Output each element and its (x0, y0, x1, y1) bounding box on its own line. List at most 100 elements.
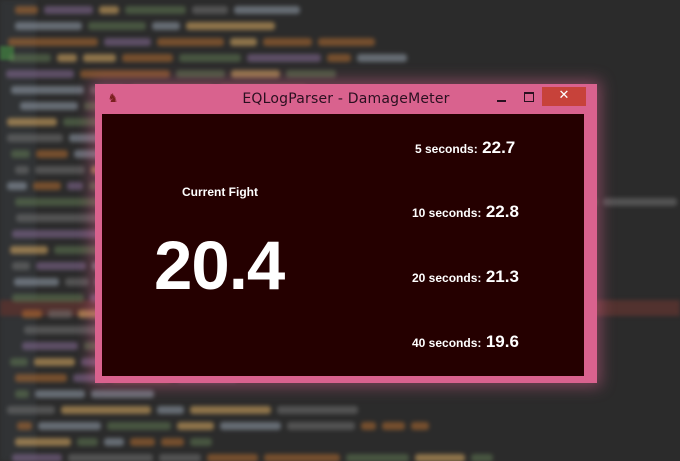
ide-code-line (6, 66, 336, 82)
ide-code-token (7, 134, 63, 142)
stat-value: 21.3 (485, 267, 519, 286)
ide-code-token (234, 6, 300, 14)
ide-code-token (48, 310, 72, 318)
current-fight-value: 20.4 (154, 227, 285, 304)
ide-code-token (12, 454, 62, 461)
ide-code-token (35, 390, 85, 398)
ide-code-token (157, 38, 224, 46)
ide-code-line (17, 418, 429, 434)
stat-label: 40 seconds: (412, 336, 482, 350)
ide-code-token (130, 438, 155, 446)
ide-code-token (104, 38, 151, 46)
ide-code-line (15, 18, 275, 34)
ide-code-token (22, 342, 78, 350)
ide-code-token (286, 70, 336, 78)
ide-code-token (346, 454, 409, 461)
ide-code-token (24, 326, 101, 334)
ide-code-token (15, 22, 82, 30)
ide-code-token (190, 438, 212, 446)
ide-code-token (8, 38, 98, 46)
ide-code-token (177, 422, 214, 430)
ide-code-token (247, 54, 321, 62)
ide-code-token (192, 6, 228, 14)
ide-code-token (327, 54, 351, 62)
ide-code-line (12, 450, 493, 461)
ide-code-token (65, 278, 89, 286)
ide-code-token (411, 422, 429, 430)
ide-code-token (12, 294, 84, 302)
ide-code-token (277, 406, 358, 414)
ide-code-token (230, 38, 257, 46)
ide-code-token (7, 118, 57, 126)
close-button[interactable]: ✕ (542, 87, 586, 106)
ide-code-token (471, 454, 493, 461)
ide-code-line (15, 386, 154, 402)
ide-code-token (382, 422, 405, 430)
ide-code-token (15, 374, 67, 382)
ide-code-token (61, 406, 151, 414)
ide-code-token (264, 454, 340, 461)
ide-code-token (77, 438, 98, 446)
ide-code-token (125, 6, 186, 14)
ide-code-token (176, 70, 225, 78)
ide-code-token (11, 150, 30, 158)
ide-code-token (7, 182, 27, 190)
ide-code-token (104, 438, 124, 446)
ide-code-token (122, 54, 173, 62)
ide-code-token (83, 54, 116, 62)
meter-panel: Current Fight 20.4 5 seconds: 22.7 10 se… (102, 114, 584, 376)
ide-code-token (57, 54, 77, 62)
ide-code-token (190, 406, 271, 414)
ide-code-token (12, 230, 102, 238)
stat-value: 19.6 (485, 332, 519, 351)
ide-code-token (318, 38, 375, 46)
ide-code-token (15, 166, 29, 174)
ide-code-token (36, 150, 68, 158)
title-bar[interactable]: ♞ EQLogParser - DamageMeter ✕ (95, 84, 597, 112)
ide-code-token (15, 6, 38, 14)
ide-code-token (38, 422, 101, 430)
stat-label: 10 seconds: (412, 206, 482, 220)
stat-5-seconds: 5 seconds: 22.7 (415, 138, 515, 158)
minimize-button[interactable] (490, 88, 514, 106)
stat-10-seconds: 10 seconds: 22.8 (412, 202, 519, 222)
stat-label: 20 seconds: (412, 271, 482, 285)
ide-code-line (15, 434, 212, 450)
ide-code-token (35, 166, 85, 174)
stat-label: 5 seconds: (415, 142, 478, 156)
ide-code-token (415, 454, 465, 461)
ide-code-token (603, 198, 677, 206)
ide-code-token (179, 54, 241, 62)
ide-code-token (231, 70, 280, 78)
ide-code-token (10, 358, 28, 366)
ide-code-token (34, 358, 75, 366)
ide-code-token (186, 22, 275, 30)
ide-code-line (9, 50, 407, 66)
ide-code-line (7, 402, 358, 418)
ide-code-token (9, 54, 51, 62)
ide-code-token (33, 182, 61, 190)
ide-code-token (357, 54, 407, 62)
stat-40-seconds: 40 seconds: 19.6 (412, 332, 519, 352)
ide-code-token (107, 422, 171, 430)
ide-code-token (20, 102, 78, 110)
ide-code-token (159, 454, 201, 461)
damage-meter-window: ♞ EQLogParser - DamageMeter ✕ Current Fi… (95, 84, 597, 383)
ide-code-token (7, 406, 55, 414)
ide-code-token (67, 182, 83, 190)
ide-code-token (6, 70, 74, 78)
current-fight-label: Current Fight (182, 185, 258, 199)
stat-value: 22.7 (482, 138, 516, 157)
ide-code-token (15, 390, 29, 398)
ide-code-token (17, 422, 32, 430)
ide-code-token (207, 454, 258, 461)
ide-code-token (15, 438, 71, 446)
ide-code-token (157, 406, 184, 414)
ide-code-token (263, 38, 312, 46)
ide-code-token (287, 422, 355, 430)
maximize-button[interactable] (517, 88, 541, 106)
ide-code-token (99, 6, 119, 14)
ide-code-token (12, 262, 30, 270)
ide-code-line (8, 34, 375, 50)
ide-code-token (14, 278, 59, 286)
